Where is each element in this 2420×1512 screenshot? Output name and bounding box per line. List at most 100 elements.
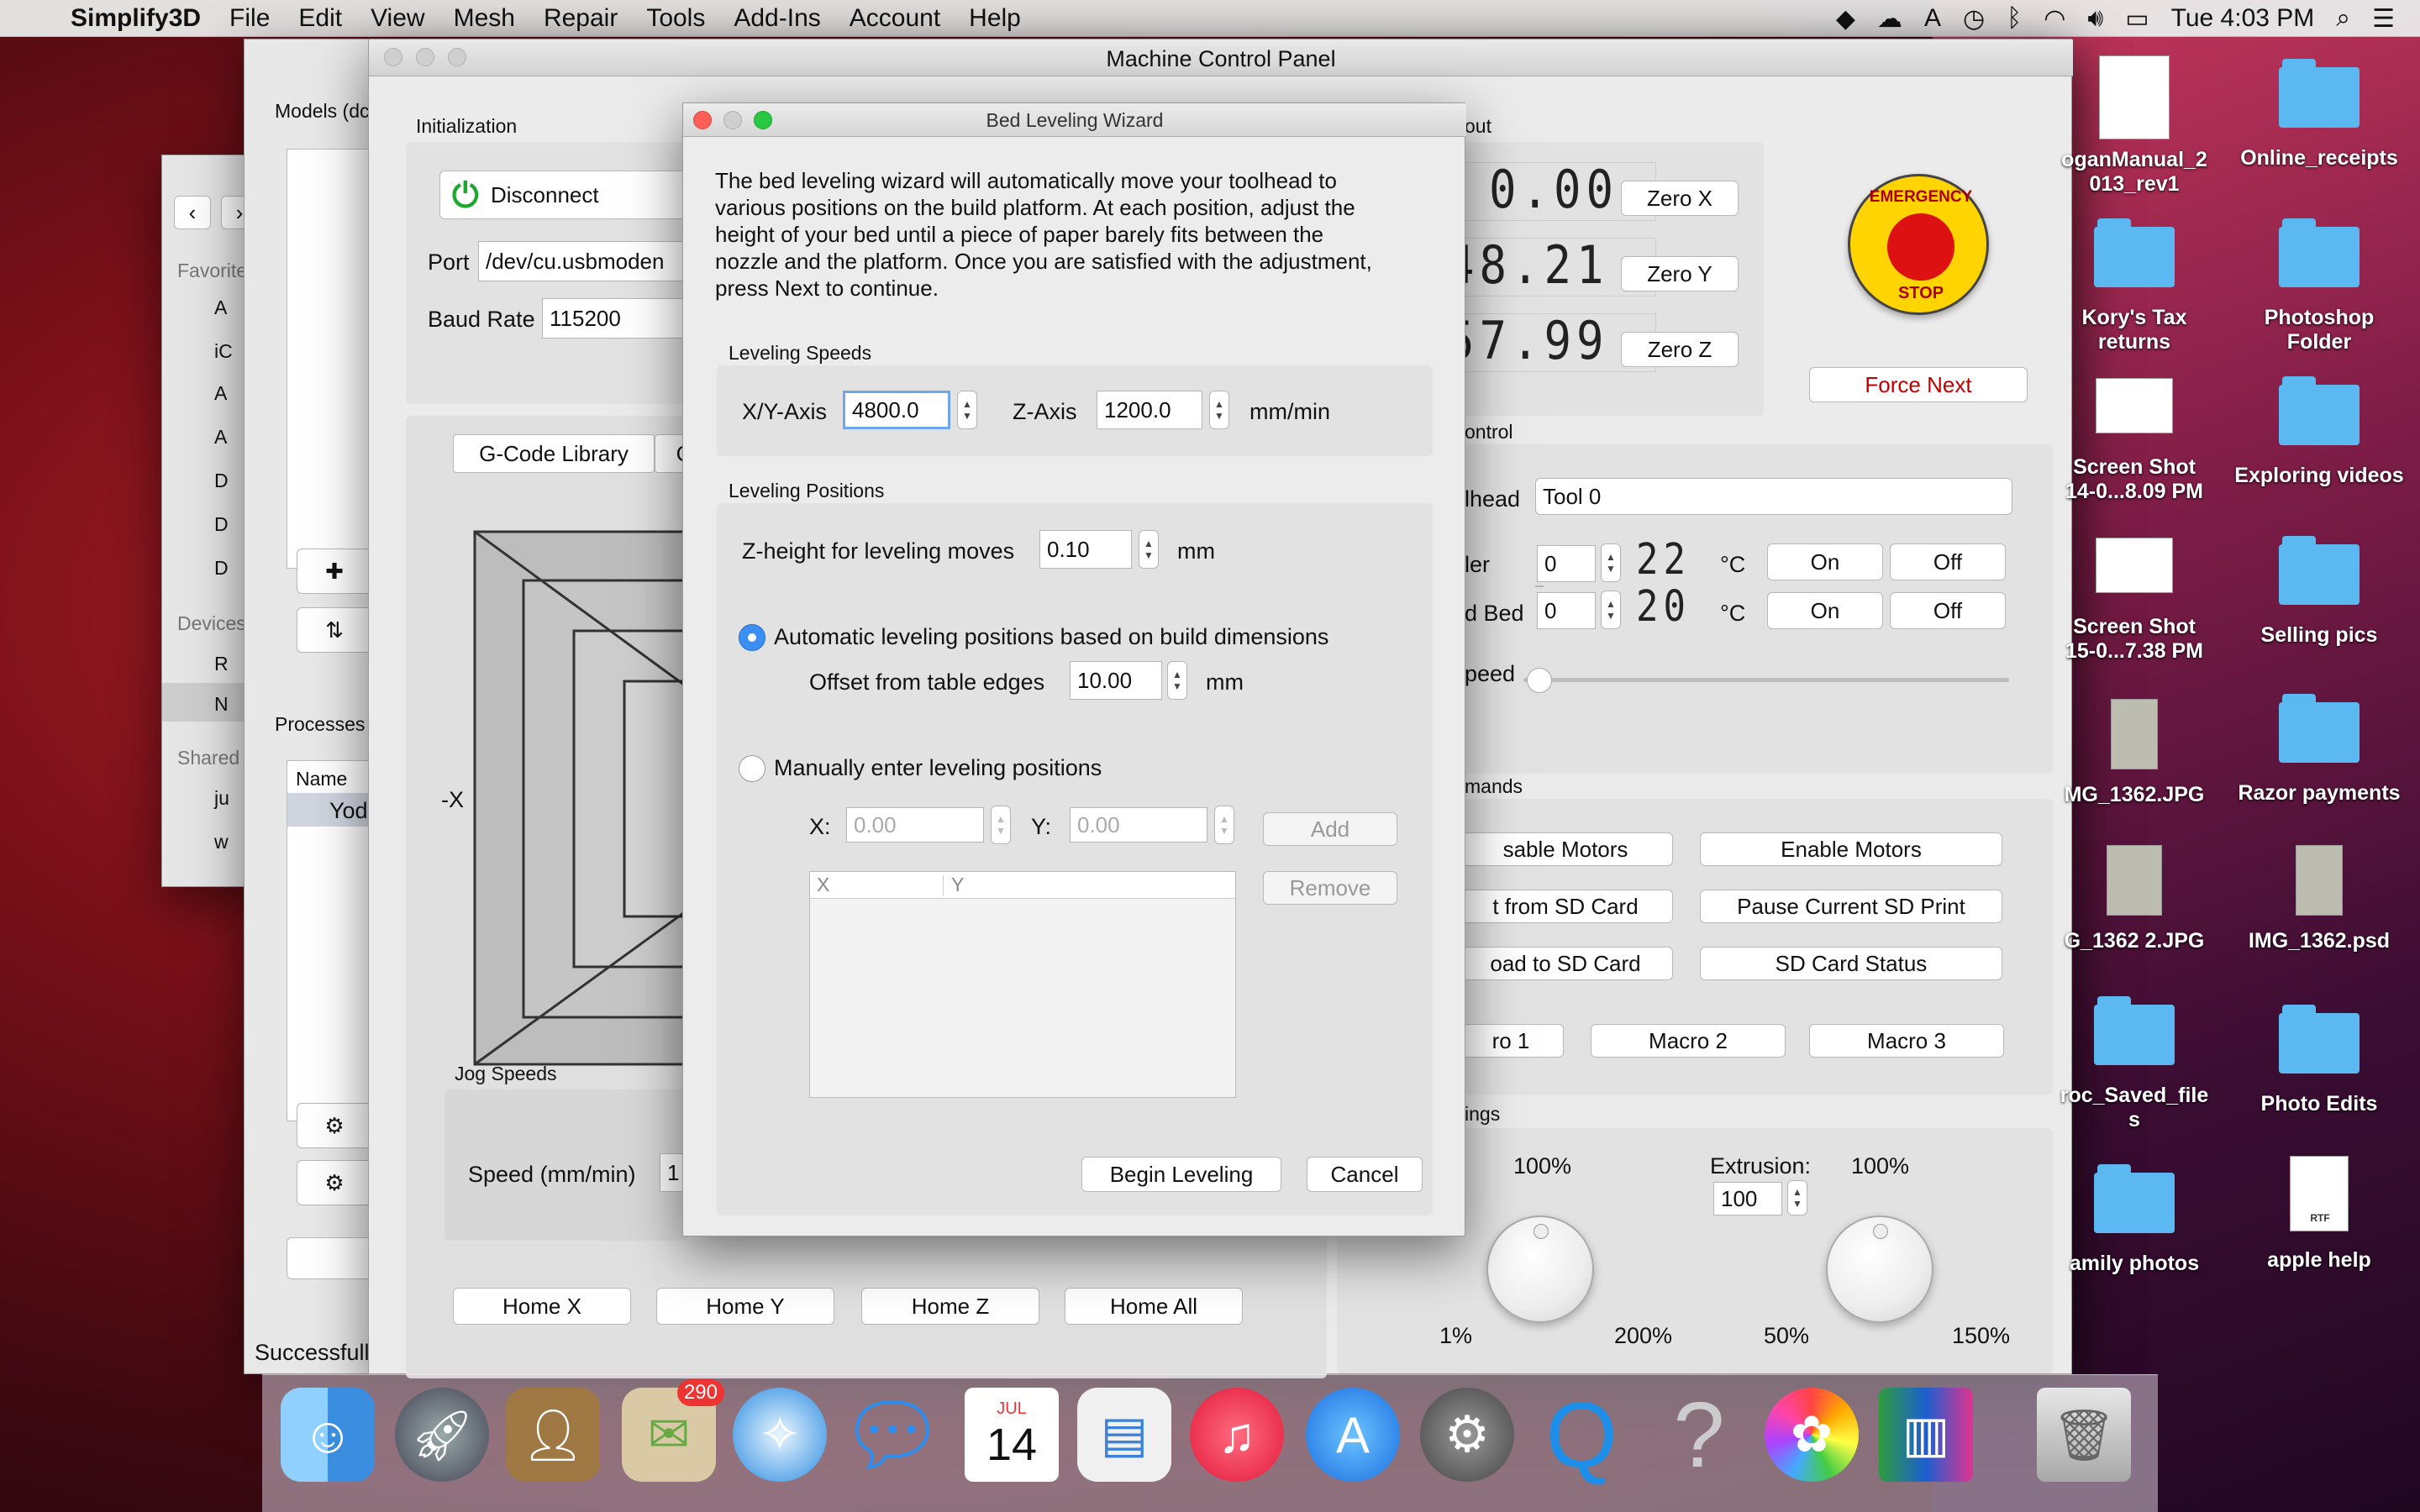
desktop-document-icon[interactable]: oganManual_2 013_rev1 [2042,55,2227,197]
model-tool-button[interactable]: ⇅ [297,607,372,653]
extruder-on-button[interactable]: On [1767,543,1883,580]
clock[interactable]: Tue 4:03 PM [2171,4,2315,33]
bed-setpoint[interactable]: 0 [1537,592,1596,629]
calendar-icon[interactable]: JUL 14 [965,1388,1059,1482]
sidebar-item[interactable]: iC [214,340,233,363]
desktop-folder-icon[interactable]: Online_receipts [2227,59,2412,171]
adobe-icon[interactable]: A [1924,4,1941,33]
manual-x-field[interactable]: 0.00 [846,807,984,843]
remove-button[interactable]: Remove [1263,871,1397,905]
desktop-screenshot-icon[interactable]: Screen Shot 14-0...8.09 PM [2042,378,2227,504]
tab-gcode-library[interactable]: G-Code Library [453,434,655,473]
creative-cloud-icon[interactable]: ☁ [1877,4,1902,34]
add-model-button[interactable]: ✚ [297,549,372,594]
sidebar-item[interactable]: ju [214,787,229,810]
macro-1-button[interactable]: ro 1 [1458,1024,1564,1058]
quicktime-icon[interactable]: Q [1534,1383,1628,1487]
app-store-icon[interactable]: A [1306,1388,1400,1482]
fan-speed-slider[interactable] [1523,678,2009,682]
pause-sd-print-button[interactable]: Pause Current SD Print [1700,890,2002,923]
offset-stepper[interactable]: ▲ ▼ [1167,661,1187,700]
sidebar-item[interactable]: R [214,653,229,675]
desktop-image-icon[interactable]: G_1362 2.JPG [2042,845,2227,953]
speed-knob[interactable] [1486,1215,1594,1323]
notification-center-icon[interactable]: ☰ [2372,4,2395,34]
z-axis-stepper[interactable]: ▲ ▼ [1209,391,1229,429]
menu-account[interactable]: Account [850,4,940,33]
extruder-stepper[interactable]: ▲ ▼ [1601,543,1621,582]
desktop-folder-icon[interactable]: Photo Edits [2227,1005,2412,1116]
disconnect-button[interactable]: ⏻ Disconnect [439,171,692,219]
sd-card-status-button[interactable]: SD Card Status [1700,947,2002,980]
extruder-setpoint[interactable]: 0 [1537,545,1596,582]
desktop-image-icon[interactable]: MG_1362.JPG [2042,699,2227,807]
trash-icon[interactable]: 🗑︎ [2037,1388,2131,1482]
automatic-positions-radio[interactable] [739,624,765,651]
contacts-icon[interactable]: 👤︎ [506,1388,600,1482]
simplify3d-dock-icon[interactable]: ▥ [1879,1388,1973,1482]
messages-icon[interactable]: 💬︎ [839,1388,946,1482]
macro-3-button[interactable]: Macro 3 [1809,1024,2004,1058]
menu-mesh[interactable]: Mesh [454,4,515,33]
menu-tools[interactable]: Tools [646,4,705,33]
desktop-folder-icon[interactable]: Razor payments [2227,694,2412,806]
battery-icon[interactable]: ▭ [2125,4,2149,34]
z-axis-speed-field[interactable]: 1200.0 [1097,391,1202,429]
sidebar-item[interactable]: A [214,426,227,449]
name-column-header[interactable]: Name [296,768,347,790]
begin-leveling-button[interactable]: Begin Leveling [1081,1157,1281,1192]
manual-x-stepper[interactable]: ▲ ▼ [991,806,1011,844]
bed-stepper[interactable]: ▲ ▼ [1601,591,1621,629]
process-button-1[interactable]: ⚙ [297,1103,372,1148]
app-menu[interactable]: Simplify3D [71,4,201,33]
launchpad-icon[interactable]: 🚀︎ [395,1388,489,1482]
manual-y-stepper[interactable]: ▲ ▼ [1214,806,1234,844]
photos-icon[interactable]: ✿ [1765,1388,1859,1482]
desktop-rtf-icon[interactable]: RTF apple help [2227,1156,2412,1273]
desktop-folder-icon[interactable]: Kory's Tax returns [2042,218,2227,354]
bed-on-button[interactable]: On [1767,592,1883,629]
menu-help[interactable]: Help [969,4,1021,33]
time-machine-icon[interactable]: ◷ [1963,4,1985,34]
menu-file[interactable]: File [229,4,270,33]
port-select[interactable]: /dev/cu.usbmoden [478,241,713,281]
wifi-icon[interactable]: ◠ [2044,4,2065,34]
print-from-sd-button[interactable]: t from SD Card [1458,890,1673,923]
extrusion-stepper[interactable]: ▲ ▼ [1787,1180,1807,1215]
add-button[interactable]: Add [1263,812,1397,846]
fan-speed-thumb[interactable] [1527,668,1552,693]
menu-edit[interactable]: Edit [298,4,342,33]
dropbox-icon[interactable]: ◆ [1836,4,1855,34]
disable-motors-button[interactable]: sable Motors [1458,832,1673,866]
finder-icon[interactable]: ☺ [281,1388,375,1482]
zero-z-button[interactable]: Zero Z [1621,332,1739,367]
z-height-stepper[interactable]: ▲ ▼ [1139,530,1159,569]
extrusion-knob[interactable] [1826,1215,1933,1323]
offset-field[interactable]: 10.00 [1070,661,1162,700]
spotlight-icon[interactable]: ⌕ [2336,4,2350,33]
manual-y-field[interactable]: 0.00 [1070,807,1207,843]
menu-view[interactable]: View [371,4,424,33]
menu-repair[interactable]: Repair [544,4,618,33]
desktop-folder-icon[interactable]: Selling pics [2227,536,2412,648]
macro-2-button[interactable]: Macro 2 [1591,1024,1786,1058]
sidebar-item[interactable]: D [214,513,229,536]
enable-motors-button[interactable]: Enable Motors [1700,832,2002,866]
itunes-icon[interactable]: ♫ [1190,1388,1284,1482]
upload-to-sd-button[interactable]: oad to SD Card [1458,947,1673,980]
desktop-screenshot-icon[interactable]: Screen Shot 15-0...7.38 PM [2042,538,2227,664]
xy-axis-speed-field[interactable]: 4800.0 [843,391,950,429]
mail-icon[interactable]: ✉ 290 [622,1379,724,1482]
sidebar-item[interactable]: A [214,297,227,319]
manual-positions-radio[interactable] [739,755,765,782]
col-y-header[interactable]: Y [951,874,964,896]
desktop-folder-icon[interactable]: Exploring videos [2227,376,2412,488]
extrusion-field[interactable]: 100 [1713,1182,1782,1215]
back-button[interactable]: ‹ [174,196,211,229]
force-next-button[interactable]: Force Next [1809,367,2028,402]
desktop-folder-icon[interactable]: Photoshop Folder [2227,218,2412,354]
home-z-button[interactable]: Home Z [861,1288,1039,1325]
zero-x-button[interactable]: Zero X [1621,181,1739,216]
positions-table[interactable]: X Y [809,871,1236,1098]
col-x-header[interactable]: X [817,874,829,896]
